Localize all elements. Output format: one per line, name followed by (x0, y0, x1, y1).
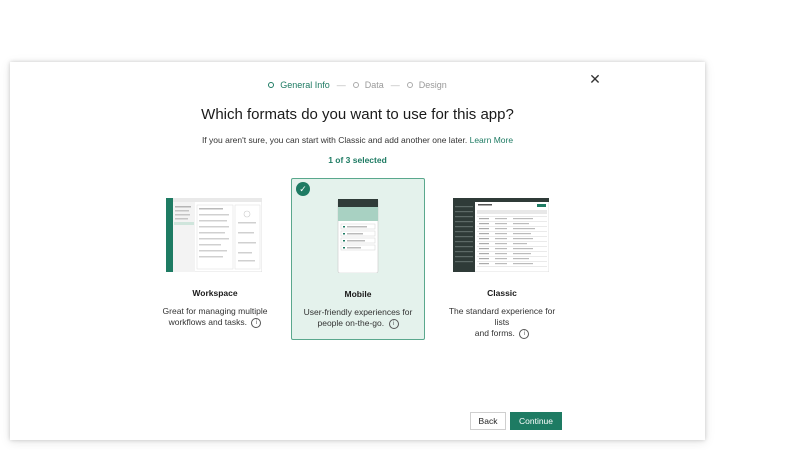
step-label: Data (364, 80, 384, 90)
step-separator: — (390, 80, 400, 90)
step-separator: — (336, 80, 346, 90)
subtitle-text: If you aren't sure, you can start with C… (201, 135, 468, 145)
dialog-subtitle: If you aren't sure, you can start with C… (10, 135, 705, 145)
close-icon[interactable]: ✕ (588, 72, 602, 86)
info-icon[interactable]: i (519, 328, 530, 339)
step-label: General Info (280, 80, 330, 90)
card-desc-line: people on-the-go. (317, 318, 385, 328)
card-title: Mobile (344, 289, 372, 299)
workspace-preview-image (166, 198, 262, 272)
step-data[interactable]: Data (352, 80, 384, 90)
format-card-workspace[interactable]: Workspace Great for managing multiple wo… (148, 178, 282, 340)
card-desc-line: workflows and tasks. (168, 317, 248, 327)
back-button[interactable]: Back (470, 412, 506, 430)
card-desc-line: Great for managing multiple (162, 306, 268, 316)
classic-preview-image (453, 198, 549, 272)
card-desc-line: The standard experience for lists (448, 306, 556, 327)
dialog-title: Which formats do you want to use for thi… (201, 106, 514, 123)
info-icon[interactable]: i (388, 318, 399, 329)
card-description: User-friendly experiences for people on-… (298, 307, 418, 329)
card-desc-line: and forms. (474, 328, 515, 338)
info-icon[interactable]: i (251, 317, 262, 328)
format-card-mobile[interactable]: ✓ Mobile User-friendly experiences for p… (291, 178, 425, 340)
card-description: Great for managing multiple workflows an… (154, 306, 276, 328)
step-circle-icon (406, 82, 413, 88)
card-title: Workspace (192, 288, 238, 298)
mobile-preview-image (337, 199, 379, 273)
selected-count: 1 of 3 selected (328, 155, 387, 165)
step-design[interactable]: Design (406, 80, 447, 90)
step-general-info[interactable]: General Info (268, 80, 330, 90)
learn-more-link[interactable]: Learn More (470, 135, 513, 145)
step-circle-icon (352, 82, 359, 88)
card-desc-line: User-friendly experiences for (303, 307, 413, 317)
step-circle-icon (268, 82, 275, 88)
step-label: Design (418, 80, 447, 90)
check-icon: ✓ (296, 182, 310, 196)
continue-button[interactable]: Continue (510, 412, 562, 430)
card-title: Classic (487, 288, 517, 298)
format-card-classic[interactable]: Classic The standard experience for list… (435, 178, 569, 340)
card-description: The standard experience for lists and fo… (441, 306, 563, 339)
format-dialog: General Info — Data — Design ✕ Which for… (10, 62, 705, 440)
